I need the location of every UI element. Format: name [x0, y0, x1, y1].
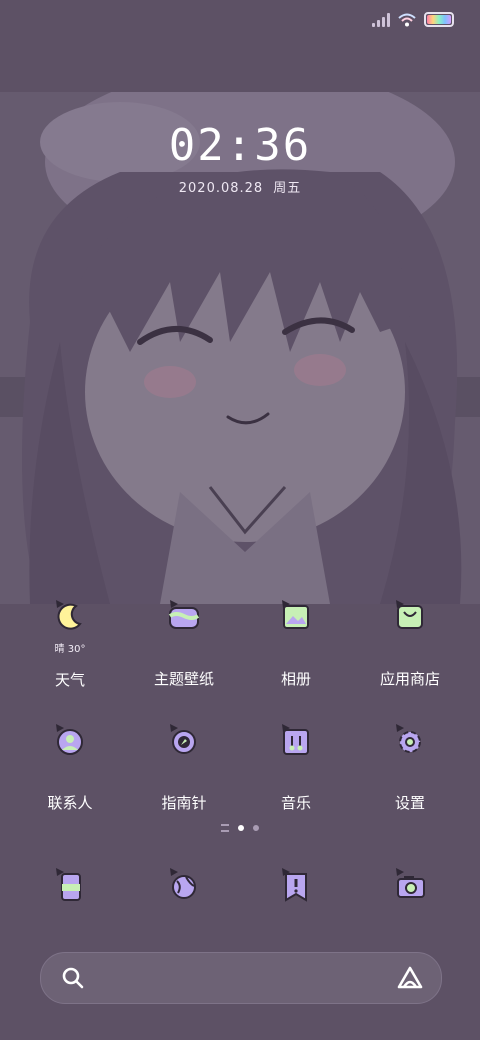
app-label: 应用商店	[379, 670, 440, 688]
app-compass[interactable]: 指南针	[124, 722, 244, 813]
signal-icon	[372, 12, 390, 27]
search-bar[interactable]	[40, 952, 442, 1004]
notes-icon	[276, 866, 316, 906]
dock-phone[interactable]	[10, 866, 130, 906]
feed-page-icon	[221, 824, 229, 832]
page-dot	[253, 825, 259, 831]
dock-camera[interactable]	[350, 866, 470, 906]
camera-icon	[390, 866, 430, 906]
app-label: 主题壁纸	[153, 670, 214, 688]
theme-icon	[164, 598, 204, 638]
app-settings[interactable]: 设置	[350, 722, 470, 813]
date-text: 2020.08.28	[178, 181, 264, 196]
clock-time: 02:36	[168, 120, 312, 171]
app-label: 相册	[280, 670, 311, 688]
gallery-icon	[276, 598, 316, 638]
clock-date: 2020.08.28 周五	[0, 177, 480, 196]
phone-icon	[50, 866, 90, 906]
search-icon[interactable]	[61, 966, 85, 990]
app-label: 音乐	[280, 794, 311, 812]
browser-icon	[164, 866, 204, 906]
app-music[interactable]: 音乐	[236, 722, 356, 813]
app-weather[interactable]: 晴 30° 天气	[10, 598, 130, 690]
compass-icon	[164, 722, 204, 762]
app-gallery[interactable]: 相册	[236, 598, 356, 689]
contacts-icon	[50, 722, 90, 762]
app-theme[interactable]: 主题壁纸	[124, 598, 244, 689]
weekday-text: 周五	[273, 181, 302, 196]
moon-icon	[50, 598, 90, 638]
page-dot-active	[238, 825, 244, 831]
app-store-icon	[390, 598, 430, 638]
weather-temp: 晴 30°	[54, 644, 86, 655]
app-label: 联系人	[47, 794, 93, 812]
app-label: 设置	[394, 794, 425, 812]
dock-notes[interactable]	[236, 866, 356, 906]
page-indicator[interactable]	[0, 824, 480, 832]
lock-clock[interactable]: 02:36 2020.08.28 周五	[0, 120, 480, 196]
app-label: 指南针	[161, 794, 207, 812]
settings-icon	[390, 722, 430, 762]
assistant-icon[interactable]	[397, 966, 423, 990]
app-contacts[interactable]: 联系人	[10, 722, 130, 813]
dock-browser[interactable]	[124, 866, 244, 906]
app-label: 天气	[54, 671, 85, 689]
app-store[interactable]: 应用商店	[350, 598, 470, 689]
battery-icon	[424, 12, 454, 27]
status-bar	[0, 0, 480, 40]
wifi-icon	[398, 13, 416, 26]
music-icon	[276, 722, 316, 762]
